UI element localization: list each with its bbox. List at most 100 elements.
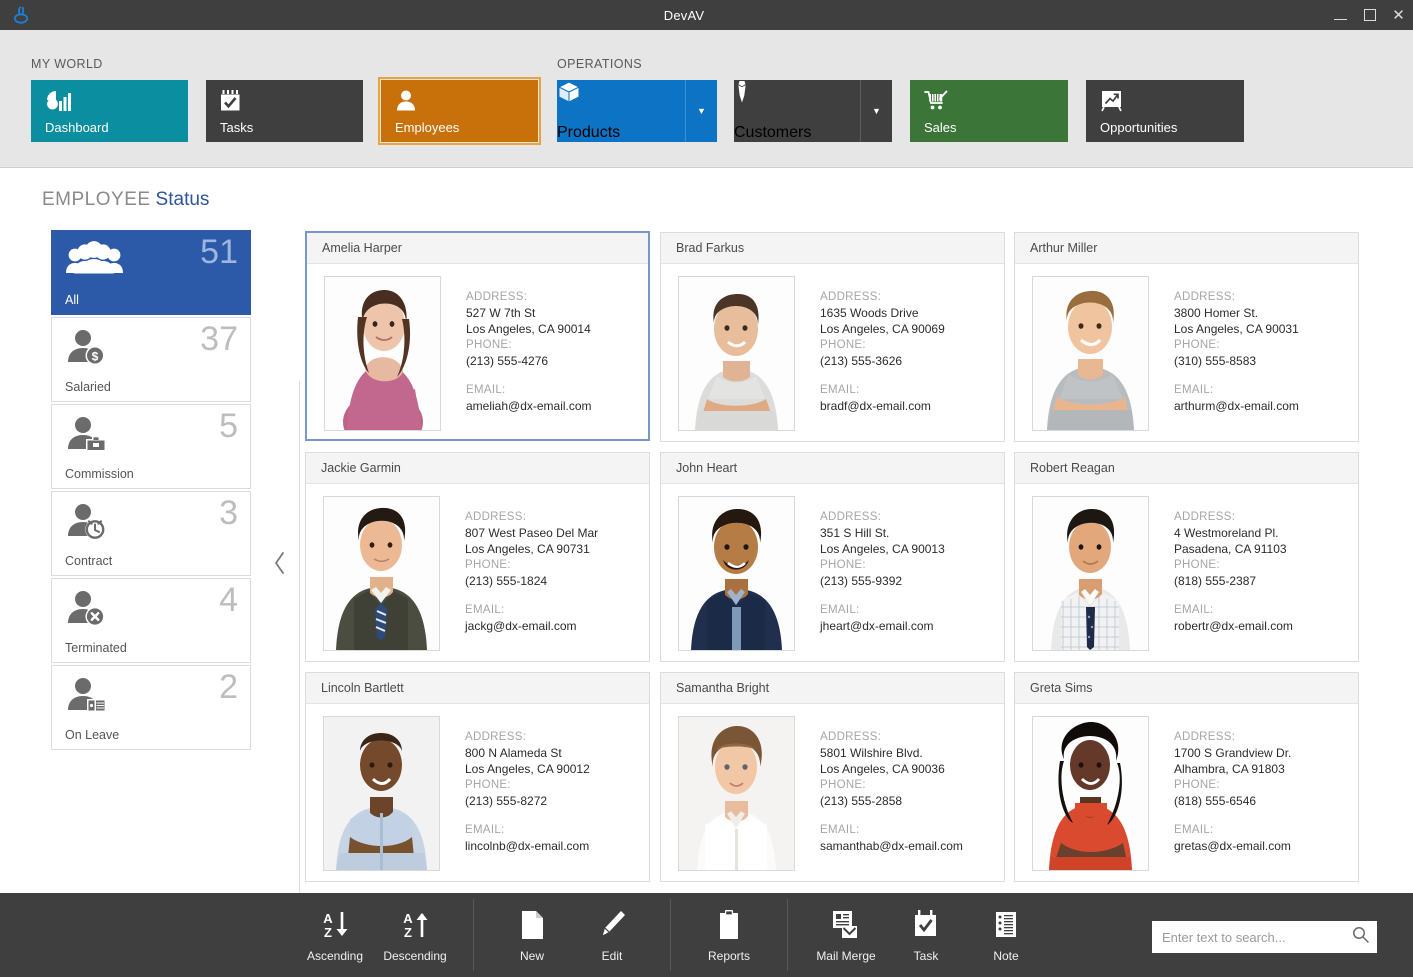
- email-label: EMAIL:: [820, 384, 860, 396]
- nav-tile-label: Customers: [734, 124, 812, 141]
- chevron-down-icon[interactable]: ▼: [686, 80, 717, 142]
- nav-tile-opportunities[interactable]: Opportunities: [1086, 80, 1244, 142]
- search-box[interactable]: [1152, 921, 1377, 953]
- toolbar-button-note[interactable]: Note: [966, 893, 1046, 977]
- toolbar-button-reports[interactable]: Reports: [689, 893, 769, 977]
- toolbar-button-descending[interactable]: A Z Descending: [375, 893, 455, 977]
- toolbar-label: Task: [913, 949, 939, 963]
- employee-details: ADDRESS: 800 N Alameda St Los Angeles, C…: [465, 716, 590, 871]
- employee-card-name: Greta Sims: [1015, 673, 1358, 704]
- toolbar-button-edit[interactable]: Edit: [572, 893, 652, 977]
- nav-tile-customers[interactable]: Customers ▼: [734, 80, 892, 142]
- status-filter-commission[interactable]: 5 Commission: [51, 404, 251, 489]
- phone-value: (213) 555-2858: [820, 794, 903, 808]
- window-title: DevAV: [663, 7, 705, 23]
- address-label: ADDRESS:: [820, 731, 882, 743]
- minimize-icon: [1334, 18, 1347, 20]
- address-line-1: 1700 S Grandview Dr.: [1174, 746, 1292, 760]
- employee-card[interactable]: Lincoln Bartlett ADDRESS: 800 N Alameda …: [305, 672, 650, 882]
- search-input[interactable]: [1162, 929, 1352, 945]
- employee-details: ADDRESS: 4 Westmoreland Pl. Pasadena, CA…: [1174, 496, 1293, 651]
- employee-card[interactable]: Robert Reagan ADDRESS: 4 Westmoreland Pl…: [1014, 452, 1359, 662]
- toolbar-separator: [473, 899, 474, 971]
- chevron-down-icon[interactable]: ▼: [861, 80, 892, 142]
- status-filter-contract[interactable]: 3 Contract: [51, 491, 251, 576]
- address-line-2: Los Angeles, CA 90013: [820, 542, 945, 556]
- employee-card-name: Robert Reagan: [1015, 453, 1358, 484]
- nav-tile-label: Opportunities: [1100, 120, 1178, 135]
- address-line-1: 800 N Alameda St: [465, 746, 562, 760]
- email-label: EMAIL:: [820, 604, 860, 616]
- toolbar-button-ascending[interactable]: A Z Ascending: [295, 893, 375, 977]
- address-line-1: 351 S Hill St.: [820, 526, 890, 540]
- status-filter-label: On Leave: [65, 728, 120, 742]
- employee-card-name: Amelia Harper: [307, 233, 648, 264]
- employee-card[interactable]: Greta Sims ADDRESS: 1700 S Grandview Dr.…: [1014, 672, 1359, 882]
- close-button[interactable]: ✕: [1384, 0, 1413, 30]
- employee-details: ADDRESS: 1700 S Grandview Dr. Alhambra, …: [1174, 716, 1291, 871]
- shopping-cart-icon: [924, 88, 1068, 114]
- nav-tile-label: Products: [557, 124, 621, 141]
- employee-card-name: Brad Farkus: [661, 233, 1004, 264]
- email-value: jheart@dx-email.com: [820, 619, 934, 633]
- employee-card[interactable]: John Heart ADDRESS: 351 S Hill St. Los A…: [660, 452, 1005, 662]
- address-line-1: 3800 Homer St.: [1174, 306, 1259, 320]
- phone-label: PHONE:: [466, 339, 512, 351]
- minimize-button[interactable]: [1326, 0, 1355, 30]
- toolbar-button-task[interactable]: Task: [886, 893, 966, 977]
- employee-photo: [1032, 716, 1149, 871]
- chart-board-icon: [1100, 88, 1244, 114]
- address-label: ADDRESS:: [1174, 291, 1236, 303]
- nav-group-label-operations: OPERATIONS: [557, 57, 643, 71]
- email-value: ameliah@dx-email.com: [466, 399, 592, 413]
- employee-card[interactable]: Arthur Miller ADDRESS: 3800 Homer St. Lo…: [1014, 232, 1359, 442]
- toolbar-label: Descending: [383, 949, 447, 963]
- nav-tile-dashboard[interactable]: Dashboard: [31, 80, 188, 142]
- status-filter-terminated[interactable]: 4 Terminated: [51, 578, 251, 663]
- email-value: robertr@dx-email.com: [1174, 619, 1293, 633]
- phone-value: (213) 555-8272: [465, 794, 548, 808]
- toolbar-button-new[interactable]: New: [492, 893, 572, 977]
- employee-card-name: Samantha Bright: [661, 673, 1004, 704]
- employee-details: ADDRESS: 3800 Homer St. Los Angeles, CA …: [1174, 276, 1299, 431]
- status-filter-all[interactable]: 51 All: [51, 230, 251, 315]
- search-icon[interactable]: [1352, 926, 1369, 948]
- employee-photo: [1032, 276, 1149, 431]
- svg-text:Z: Z: [404, 925, 412, 940]
- nav-tile-products[interactable]: Products ▼: [557, 80, 717, 142]
- address-label: ADDRESS:: [820, 291, 882, 303]
- employee-card[interactable]: Amelia Harper ADDRESS: 527 W 7th St Los …: [305, 231, 650, 441]
- svg-text:Z: Z: [324, 925, 332, 940]
- employee-photo: [323, 496, 440, 651]
- nav-tile-tasks[interactable]: Tasks: [206, 80, 363, 142]
- employee-photo: [323, 716, 440, 871]
- email-label: EMAIL:: [466, 384, 506, 396]
- phone-label: PHONE:: [1174, 559, 1220, 571]
- phone-value: (213) 555-9392: [820, 574, 903, 588]
- status-filter-salaried[interactable]: 37 $ Salaried: [51, 317, 251, 402]
- toolbar-label: Reports: [707, 949, 751, 963]
- window-controls: ✕: [1326, 0, 1413, 30]
- phone-label: PHONE:: [1174, 779, 1220, 791]
- status-filter-on-leave[interactable]: 2 On Leave: [51, 665, 251, 750]
- address-line-1: 4 Westmoreland Pl.: [1174, 526, 1279, 540]
- address-label: ADDRESS:: [1174, 731, 1236, 743]
- employee-card[interactable]: Samantha Bright ADDRESS: 5801 Wilshire B…: [660, 672, 1005, 882]
- employee-card-name: Jackie Garmin: [306, 453, 649, 484]
- phone-label: PHONE:: [465, 779, 511, 791]
- employee-card[interactable]: Jackie Garmin ADDRESS: 807 West Paseo De…: [305, 452, 650, 662]
- employee-card-name: Arthur Miller: [1015, 233, 1358, 264]
- address-label: ADDRESS:: [1174, 511, 1236, 523]
- employee-photo: [1032, 496, 1149, 651]
- toolbar-button-mail-merge[interactable]: Mail Merge: [806, 893, 886, 977]
- status-filter-label: Contract: [65, 554, 113, 568]
- toolbar-label: New: [519, 949, 544, 963]
- collapse-panel-button[interactable]: [268, 548, 292, 578]
- employee-card[interactable]: Brad Farkus ADDRESS: 1635 Woods Drive Lo…: [660, 232, 1005, 442]
- nav-tile-employees[interactable]: Employees: [381, 80, 538, 142]
- maximize-button[interactable]: [1355, 0, 1384, 30]
- page-title: EMPLOYEE Status: [42, 189, 209, 211]
- status-count: 4: [219, 581, 238, 619]
- nav-tile-sales[interactable]: Sales: [910, 80, 1068, 142]
- new-document-icon: [518, 907, 546, 941]
